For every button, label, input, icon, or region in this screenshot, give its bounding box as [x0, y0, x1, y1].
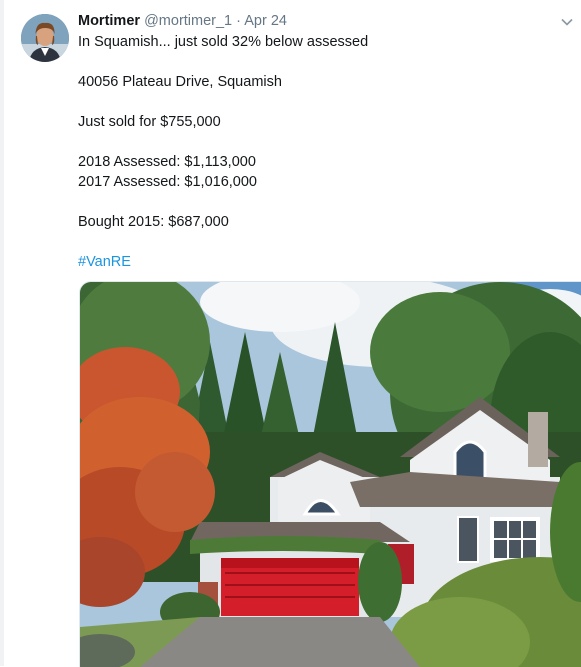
tweet-text-line: 2018 Assessed: $1,113,000	[78, 154, 256, 170]
tweet-text-blank	[78, 232, 568, 252]
tweet[interactable]: Mortimer @mortimer_1 · Apr 24 In Squamis…	[0, 0, 581, 667]
tweet-text-line: Bought 2015: $687,000	[78, 214, 229, 230]
avatar[interactable]	[21, 14, 69, 62]
tweet-text-blank	[78, 52, 568, 72]
tweet-text-blank	[78, 132, 568, 152]
tweet-text-line: 40056 Plateau Drive, Squamish	[78, 74, 282, 90]
tweet-text-blank	[78, 192, 568, 212]
hashtag-link[interactable]: #VanRE	[78, 254, 131, 270]
tweet-photo[interactable]	[79, 281, 581, 667]
tweet-header: Mortimer @mortimer_1 · Apr 24	[78, 12, 287, 30]
chevron-down-icon[interactable]	[560, 15, 574, 29]
tweet-text-line: In Squamish... just sold 32% below asses…	[78, 34, 369, 50]
author-handle[interactable]: @mortimer_1	[144, 13, 232, 29]
house-photo	[80, 282, 581, 667]
header-separator: ·	[236, 13, 241, 29]
tweet-text: In Squamish... just sold 32% below asses…	[78, 32, 568, 272]
tweet-text-line: Just sold for $755,000	[78, 114, 221, 130]
tweet-text-blank	[78, 92, 568, 112]
author-name[interactable]: Mortimer	[78, 13, 140, 29]
tweet-date[interactable]: Apr 24	[244, 13, 287, 29]
tweet-text-line: 2017 Assessed: $1,016,000	[78, 174, 257, 190]
